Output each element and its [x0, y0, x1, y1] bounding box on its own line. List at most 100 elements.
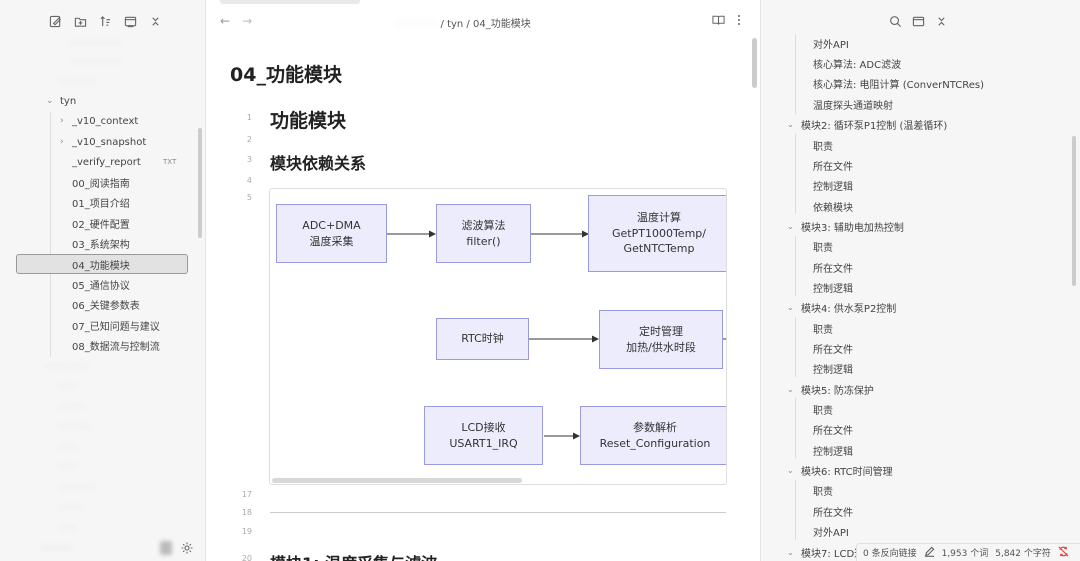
node-lcd-recv: LCD接收 USART1_IRQ [424, 406, 543, 465]
outline-subheading-item[interactable]: 核心算法: 电阻计算 (ConverNTCRes) [813, 73, 984, 93]
outline-heading-item[interactable]: ⌄ 模块7: LCD通 [787, 542, 864, 561]
blurred-item[interactable]: · · · · · · · · [72, 52, 120, 72]
file-item[interactable]: 01_项目介绍 [72, 192, 130, 212]
outline-subheading-item[interactable]: 所在文件 [813, 155, 853, 175]
active-tab[interactable] [220, 0, 360, 4]
back-arrow-icon[interactable]: ← [220, 14, 230, 28]
sync-error-icon[interactable] [1058, 546, 1069, 560]
outline-label: 对外API [813, 39, 849, 51]
new-folder-icon[interactable] [73, 14, 88, 29]
gear-icon[interactable] [180, 541, 194, 555]
outline-subheading-item[interactable]: 对外API [813, 33, 849, 53]
file-item[interactable]: 03_系统架构 [72, 233, 130, 253]
close-icon[interactable] [148, 14, 163, 29]
file-item[interactable]: 00_阅读指南 [72, 172, 130, 192]
blurred-item[interactable]: · · · [60, 377, 76, 397]
outline-subheading-item[interactable]: 职责 [813, 399, 833, 419]
outline-label: 模块5: 防冻保护 [801, 385, 874, 397]
file-label: 01_项目介绍 [72, 198, 130, 210]
chevron-down-icon[interactable]: ⌄ [787, 303, 797, 312]
file-item[interactable]: 07_已知问题与建议 [72, 315, 160, 335]
forward-arrow-icon[interactable]: → [242, 14, 252, 28]
outline-subheading-item[interactable]: 所在文件 [813, 501, 853, 521]
outline-heading-item[interactable]: ⌄ 模块2: 循环泵P1控制 (温差循环) [787, 114, 947, 134]
file-item[interactable]: 02_硬件配置 [72, 213, 130, 233]
reading-view-icon[interactable] [712, 14, 725, 29]
folder-v10-context[interactable]: › _v10_context [60, 111, 138, 131]
node-label: ADC+DMA [302, 218, 361, 232]
chevron-down-icon[interactable]: ⌄ [787, 548, 797, 557]
collapse-icon[interactable] [123, 14, 138, 29]
inline-title[interactable]: 04_功能模块 [230, 60, 342, 87]
blurred-item[interactable]: · · · [60, 457, 76, 477]
blurred-item[interactable]: · · · · · [60, 417, 89, 437]
sort-icon[interactable] [98, 14, 113, 29]
outline-subheading-item[interactable]: 所在文件 [813, 419, 853, 439]
chevron-down-icon[interactable]: ⌄ [787, 120, 797, 129]
editor-scrollbar[interactable] [752, 38, 757, 88]
breadcrumb-vault[interactable]: · · · · · · · [396, 19, 437, 30]
outline-subheading-item[interactable]: 职责 [813, 135, 833, 155]
outline-subheading-item[interactable]: 控制逻辑 [813, 358, 853, 378]
breadcrumb-file[interactable]: 04_功能模块 [473, 19, 531, 30]
node-label: 温度采集 [309, 234, 354, 248]
file-item[interactable]: 08_数据流与控制流 [72, 335, 160, 355]
outline-subheading-item[interactable]: 职责 [813, 236, 833, 256]
folder-v10-snapshot[interactable]: › _v10_snapshot [60, 132, 146, 152]
diagram-horizontal-scrollbar[interactable] [272, 478, 522, 483]
outline-scrollbar[interactable] [1072, 136, 1076, 286]
blurred-item[interactable]: · · · · [60, 498, 82, 518]
blurred-item[interactable]: · · · [60, 437, 76, 457]
blurred-item[interactable]: · · · [60, 518, 76, 538]
outline-subheading-item[interactable]: 职责 [813, 480, 833, 500]
outline-heading-item[interactable]: ⌄ 模块5: 防冻保护 [787, 379, 874, 399]
outline-subheading-item[interactable]: 职责 [813, 318, 833, 338]
outline-heading-item[interactable]: ⌄ 模块6: RTC时间管理 [787, 460, 893, 480]
folder-tyn[interactable]: ⌄ tyn [46, 91, 76, 111]
backlinks-count[interactable]: 0 条反向链接 [863, 546, 917, 559]
blurred-item[interactable]: · · · · · · · [46, 357, 87, 377]
blurred-item[interactable]: · · · · · · [60, 478, 95, 498]
line-number: 18 [241, 508, 252, 517]
outline-subheading-item[interactable]: 温度探头通道映射 [813, 94, 893, 114]
outline-subheading-item[interactable]: 所在文件 [813, 257, 853, 277]
outline-subheading-item[interactable]: 所在文件 [813, 338, 853, 358]
collapse-all-icon[interactable] [912, 15, 925, 31]
mermaid-diagram[interactable]: </> ADC+DMA 温度采集 滤波算法 filter() 温度计算 GetP… [269, 188, 727, 485]
outline-subheading-item[interactable]: 控制逻辑 [813, 277, 853, 297]
heading-2[interactable]: 模块依赖关系 [270, 150, 366, 174]
outline-heading-item[interactable]: ⌄ 模块3: 辅助电加热控制 [787, 216, 904, 236]
chevron-down-icon[interactable]: ⌄ [787, 385, 797, 394]
heading-1[interactable]: 功能模块 [270, 106, 346, 133]
close-icon[interactable] [935, 15, 948, 31]
search-icon[interactable] [889, 15, 902, 31]
file-item[interactable]: 06_关键参数表 [72, 294, 140, 314]
file-explorer-scrollbar[interactable] [198, 128, 202, 238]
file-item[interactable]: 05_通信协议 [72, 274, 130, 294]
chevron-down-icon[interactable]: ⌄ [787, 466, 797, 475]
blurred-item[interactable]: · · · · · · [60, 72, 95, 92]
outline-heading-item[interactable]: ⌄ 模块4: 供水泵P2控制 [787, 297, 896, 317]
outline-toolbar [889, 15, 948, 31]
breadcrumb-sep: / [463, 19, 473, 30]
node-label: RTC时钟 [461, 332, 504, 346]
more-options-icon[interactable] [737, 14, 741, 29]
chevron-down-icon[interactable]: ⌄ [787, 222, 797, 231]
new-note-icon[interactable] [48, 14, 63, 29]
breadcrumb-folder[interactable]: tyn [447, 19, 463, 30]
outline-subheading-item[interactable]: 依赖模块 [813, 196, 853, 216]
blurred-item[interactable]: · · · · · · · · [72, 34, 120, 54]
file-item-active[interactable]: 04_功能模块 [16, 254, 188, 274]
vault-name[interactable]: · · · · · [42, 543, 71, 554]
heading-2-module1[interactable]: 模块1: 温度采集与滤波 [270, 550, 437, 561]
help-icon[interactable] [160, 541, 172, 555]
outline-subheading-item[interactable]: 控制逻辑 [813, 440, 853, 460]
outline-subheading-item[interactable]: 控制逻辑 [813, 175, 853, 195]
outline-subheading-item[interactable]: 核心算法: ADC滤波 [813, 53, 901, 73]
edit-pencil-icon[interactable] [924, 546, 935, 560]
blurred-item[interactable]: · · · · [60, 397, 82, 417]
node-label: 加热/供水时段 [626, 340, 696, 354]
file-verify-report[interactable]: _verify_report TXT [72, 152, 192, 172]
chevron-right-icon: › [60, 116, 64, 126]
outline-subheading-item[interactable]: 对外API [813, 521, 849, 541]
